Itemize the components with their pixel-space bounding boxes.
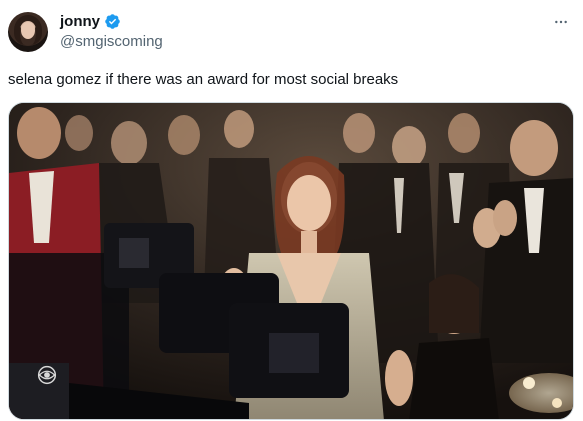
display-name-row: jonny [60, 12, 163, 31]
more-dots-icon [555, 20, 567, 24]
tweet-text: selena gomez if there was an award for m… [8, 71, 399, 88]
more-horizontal-icon[interactable] [551, 12, 571, 32]
avatar[interactable] [8, 12, 48, 52]
author-block: jonny @smgiscoming [60, 12, 163, 50]
handle[interactable]: @smgiscoming [60, 33, 163, 50]
verified-badge-icon [105, 14, 120, 29]
avatar-face [21, 22, 35, 39]
award-ceremony-photo [9, 103, 573, 419]
cbs-eye-logo [37, 365, 57, 385]
hand [385, 350, 413, 406]
tweet-media-image[interactable] [8, 102, 574, 420]
tweet-card[interactable]: jonny @smgiscoming selena gomez if there… [0, 0, 583, 421]
display-name[interactable]: jonny [60, 13, 100, 30]
